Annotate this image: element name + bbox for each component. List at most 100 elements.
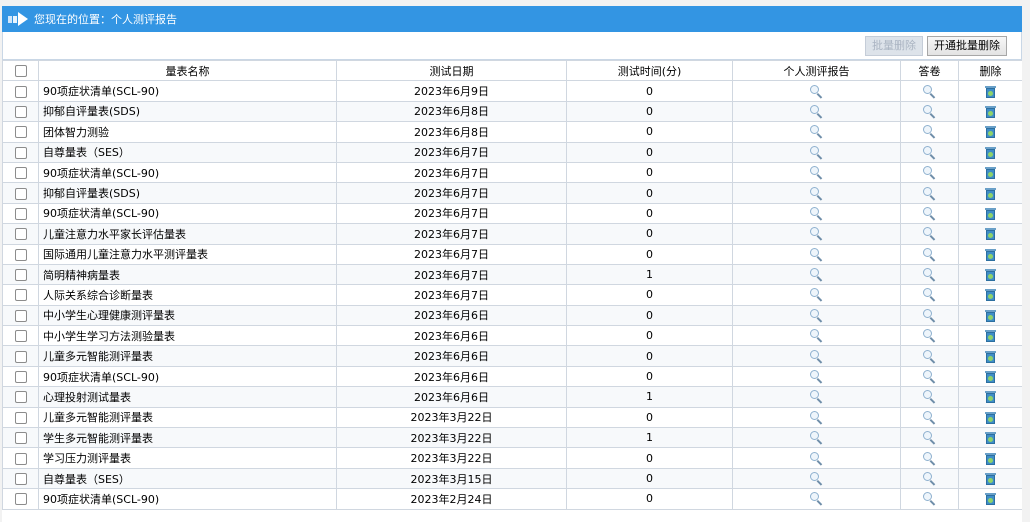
view-answers-magnifier-icon[interactable] xyxy=(922,206,937,221)
test-date: 2023年3月22日 xyxy=(336,427,567,449)
test-date: 2023年6月7日 xyxy=(336,182,567,204)
delete-trash-icon[interactable] xyxy=(985,411,996,424)
row-checkbox[interactable] xyxy=(14,330,27,343)
view-answers-magnifier-icon[interactable] xyxy=(922,369,937,384)
row-checkbox[interactable] xyxy=(14,228,27,241)
row-checkbox[interactable] xyxy=(14,269,27,282)
test-date: 2023年6月6日 xyxy=(336,304,567,327)
row-checkbox[interactable] xyxy=(14,167,27,180)
delete-trash-icon[interactable] xyxy=(985,473,996,485)
view-answers-magnifier-icon[interactable] xyxy=(922,84,937,99)
view-report-magnifier-icon[interactable] xyxy=(809,145,824,160)
view-answers-magnifier-icon[interactable] xyxy=(922,410,937,425)
delete-trash-icon[interactable] xyxy=(985,452,996,465)
view-report-magnifier-icon[interactable] xyxy=(809,410,824,425)
row-checkbox[interactable] xyxy=(14,85,27,98)
view-answers-magnifier-icon[interactable] xyxy=(922,287,937,303)
delete-trash-icon[interactable] xyxy=(985,248,996,261)
view-answers-magnifier-icon[interactable] xyxy=(922,328,937,343)
view-answers-magnifier-icon[interactable] xyxy=(922,389,937,405)
view-answers-magnifier-icon[interactable] xyxy=(922,471,937,486)
row-checkbox[interactable] xyxy=(14,391,27,404)
enable-batch-delete-button[interactable]: 开通批量删除 xyxy=(927,35,1007,56)
view-answers-magnifier-icon[interactable] xyxy=(922,165,937,180)
delete-trash-icon[interactable] xyxy=(985,187,996,200)
test-date: 2023年6月7日 xyxy=(336,141,567,163)
delete-trash-icon[interactable] xyxy=(985,167,996,180)
view-answers-magnifier-icon[interactable] xyxy=(922,349,937,364)
view-report-magnifier-icon[interactable] xyxy=(809,226,824,241)
select-all-checkbox[interactable] xyxy=(14,65,27,78)
view-answers-magnifier-icon[interactable] xyxy=(922,124,937,140)
delete-trash-icon[interactable] xyxy=(985,330,996,343)
scale-name: 90项症状清单(SCL-90) xyxy=(38,80,337,102)
row-checkbox[interactable] xyxy=(14,309,27,322)
row-checkbox[interactable] xyxy=(14,473,27,485)
delete-trash-icon[interactable] xyxy=(985,146,996,159)
row-checkbox[interactable] xyxy=(14,411,27,424)
row-checkbox[interactable] xyxy=(14,207,27,220)
delete-trash-icon[interactable] xyxy=(985,126,996,139)
delete-trash-icon[interactable] xyxy=(985,350,996,363)
delete-trash-icon[interactable] xyxy=(985,432,996,445)
test-date: 2023年6月7日 xyxy=(336,284,567,306)
row-checkbox[interactable] xyxy=(14,248,27,261)
delete-trash-icon[interactable] xyxy=(985,371,996,384)
row-checkbox[interactable] xyxy=(14,350,27,363)
view-report-magnifier-icon[interactable] xyxy=(809,451,824,466)
test-minutes: 1 xyxy=(566,263,733,286)
delete-trash-icon[interactable] xyxy=(985,391,996,404)
delete-trash-icon[interactable] xyxy=(985,493,996,506)
view-report-magnifier-icon[interactable] xyxy=(809,206,824,221)
test-minutes: 0 xyxy=(566,304,733,327)
row-checkbox[interactable] xyxy=(14,452,27,465)
row-checkbox[interactable] xyxy=(14,146,27,159)
row-checkbox[interactable] xyxy=(14,432,27,445)
view-answers-magnifier-icon[interactable] xyxy=(922,145,937,160)
view-report-magnifier-icon[interactable] xyxy=(809,104,824,119)
delete-trash-icon[interactable] xyxy=(985,85,996,98)
view-report-magnifier-icon[interactable] xyxy=(809,369,824,384)
view-answers-magnifier-icon[interactable] xyxy=(922,104,937,119)
delete-trash-icon[interactable] xyxy=(985,207,996,220)
delete-trash-icon[interactable] xyxy=(985,269,996,282)
view-report-magnifier-icon[interactable] xyxy=(809,186,824,201)
scale-name: 人际关系综合诊断量表 xyxy=(38,284,337,306)
row-checkbox[interactable] xyxy=(14,371,27,384)
view-report-magnifier-icon[interactable] xyxy=(809,308,824,323)
view-answers-magnifier-icon[interactable] xyxy=(922,186,937,201)
view-answers-magnifier-icon[interactable] xyxy=(922,226,937,241)
batch-delete-button[interactable]: 批量删除 xyxy=(865,35,923,56)
row-checkbox[interactable] xyxy=(14,187,27,200)
view-answers-magnifier-icon[interactable] xyxy=(922,267,937,282)
delete-trash-icon[interactable] xyxy=(985,289,996,302)
test-minutes: 0 xyxy=(566,223,733,245)
view-answers-magnifier-icon[interactable] xyxy=(922,247,937,262)
view-report-magnifier-icon[interactable] xyxy=(809,491,824,507)
row-checkbox[interactable] xyxy=(14,105,27,118)
table-body: 90项症状清单(SCL-90) 2023年6月9日 0 抑郁自评量表(SDS) 2023… xyxy=(2,80,1022,510)
view-answers-magnifier-icon[interactable] xyxy=(922,491,937,507)
delete-trash-icon[interactable] xyxy=(985,309,996,322)
test-minutes: 0 xyxy=(566,243,733,265)
view-report-magnifier-icon[interactable] xyxy=(809,430,824,445)
view-report-magnifier-icon[interactable] xyxy=(809,124,824,140)
view-answers-magnifier-icon[interactable] xyxy=(922,308,937,323)
view-report-magnifier-icon[interactable] xyxy=(809,247,824,262)
view-answers-magnifier-icon[interactable] xyxy=(922,451,937,466)
view-report-magnifier-icon[interactable] xyxy=(809,471,824,486)
view-report-magnifier-icon[interactable] xyxy=(809,349,824,364)
delete-trash-icon[interactable] xyxy=(985,228,996,241)
row-checkbox[interactable] xyxy=(14,493,27,506)
row-checkbox[interactable] xyxy=(14,289,27,302)
delete-trash-icon[interactable] xyxy=(985,105,996,118)
view-report-magnifier-icon[interactable] xyxy=(809,165,824,180)
view-report-magnifier-icon[interactable] xyxy=(809,389,824,405)
view-report-magnifier-icon[interactable] xyxy=(809,84,824,99)
column-header-report: 个人测评报告 xyxy=(732,59,901,82)
view-report-magnifier-icon[interactable] xyxy=(809,328,824,343)
row-checkbox[interactable] xyxy=(14,126,27,139)
view-report-magnifier-icon[interactable] xyxy=(809,267,824,282)
view-report-magnifier-icon[interactable] xyxy=(809,287,824,303)
view-answers-magnifier-icon[interactable] xyxy=(922,430,937,445)
